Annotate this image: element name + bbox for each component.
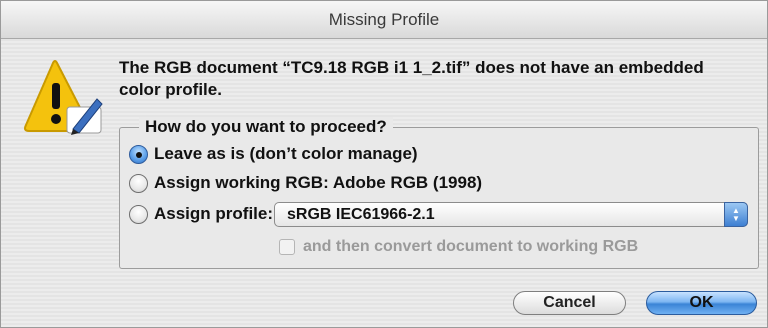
radio-assign-working-rgb[interactable]: Assign working RGB: Adobe RGB (1998): [129, 173, 482, 193]
radio-label: Assign profile:: [154, 204, 274, 223]
profile-select-value: sRGB IEC61966-2.1: [287, 206, 435, 223]
radio-button-selected[interactable]: [129, 144, 148, 164]
radio-leave-as-is[interactable]: Leave as is (don’t color manage): [129, 144, 418, 164]
radio-label: Assign working RGB: Adobe RGB (1998): [154, 173, 483, 192]
convert-checkbox: [279, 239, 295, 255]
popup-arrows-icon[interactable]: ▲ ▼: [724, 202, 748, 227]
window-title: Missing Profile: [1, 1, 767, 39]
profile-select[interactable]: sRGB IEC61966-2.1 ▲ ▼: [274, 202, 748, 227]
proceed-group-legend: How do you want to proceed?: [139, 117, 393, 137]
radio-button[interactable]: [129, 173, 148, 193]
radio-label: Leave as is (don’t color manage): [154, 144, 418, 163]
convert-checkbox-label: and then convert document to working RGB: [303, 238, 639, 255]
message-text: The RGB document “TC9.18 RGB i1 1_2.tif”…: [119, 58, 704, 99]
missing-profile-dialog: Missing Profile The RGB document “TC9.18…: [0, 0, 768, 328]
convert-checkbox-row: and then convert document to working RGB: [279, 238, 638, 256]
caution-icon: [23, 59, 109, 137]
radio-button[interactable]: [129, 204, 148, 224]
ok-button[interactable]: OK: [646, 291, 757, 315]
cancel-button[interactable]: Cancel: [513, 291, 626, 315]
radio-assign-profile[interactable]: Assign profile:: [129, 204, 273, 224]
